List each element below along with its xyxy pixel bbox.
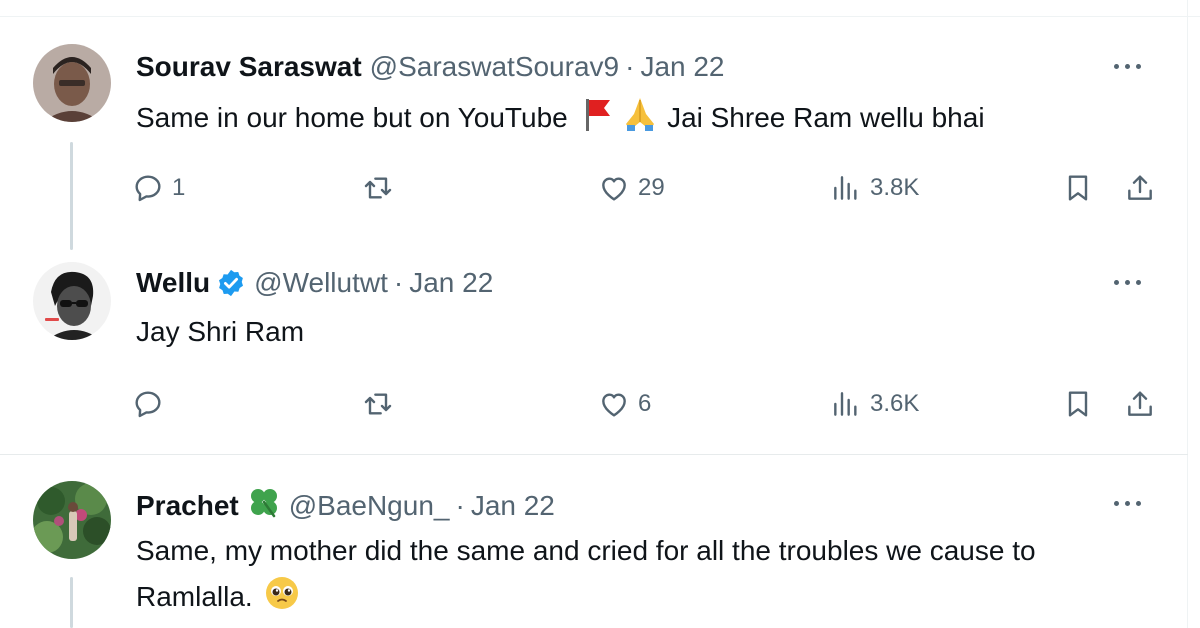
views-icon bbox=[834, 176, 857, 200]
bookmark-icon bbox=[1068, 175, 1088, 201]
retweet-button[interactable] bbox=[362, 384, 394, 424]
like-button[interactable]: 29 bbox=[598, 168, 665, 208]
folded-hands-emoji bbox=[621, 96, 659, 143]
timestamp[interactable]: Jan 22 bbox=[409, 266, 493, 300]
more-icon[interactable] bbox=[1112, 62, 1144, 72]
handle[interactable]: @Wellutwt bbox=[254, 266, 388, 300]
action-bar: 1 29 3.8K bbox=[132, 168, 1152, 208]
avatar-prachet[interactable] bbox=[33, 481, 111, 559]
share-button[interactable] bbox=[1124, 168, 1156, 208]
tweet-header: Sourav Saraswat @SaraswatSourav9 · Jan 2… bbox=[136, 50, 725, 84]
tweet-header: Prachet @BaeNgun_ · Jan 22 bbox=[136, 485, 555, 527]
tweet-text-ramlalla: Ramlalla. bbox=[136, 580, 253, 612]
timestamp[interactable]: Jan 22 bbox=[640, 50, 724, 84]
handle[interactable]: @SaraswatSourav9 bbox=[370, 50, 619, 84]
display-name[interactable]: Prachet bbox=[136, 489, 239, 523]
more-icon[interactable] bbox=[1112, 278, 1144, 288]
reply-icon bbox=[135, 391, 161, 418]
like-icon bbox=[602, 393, 626, 417]
share-icon bbox=[1128, 391, 1152, 416]
retweet-icon bbox=[364, 393, 392, 415]
tweet-text-line1: Same, my mother did the same and cried f… bbox=[136, 535, 1036, 566]
separator-dot: · bbox=[393, 267, 404, 298]
tweet-wellu[interactable]: Wellu @Wellutwt · Jan 22 Jay Shri Ram 6 … bbox=[0, 250, 1188, 450]
four-leaf-clover-emoji bbox=[247, 485, 281, 527]
thread-line bbox=[70, 577, 73, 628]
handle[interactable]: @BaeNgun_ bbox=[289, 489, 450, 523]
views-button[interactable]: 3.8K bbox=[830, 168, 919, 208]
retweet-icon bbox=[364, 177, 392, 199]
display-name[interactable]: Wellu bbox=[136, 266, 210, 300]
views-icon bbox=[834, 392, 857, 416]
like-icon bbox=[602, 177, 626, 201]
reply-button[interactable] bbox=[132, 384, 164, 424]
bookmark-button[interactable] bbox=[1062, 384, 1094, 424]
flag-emoji bbox=[576, 96, 614, 143]
tweet-text-line2: Ramlalla. bbox=[136, 575, 300, 622]
action-bar: 6 3.6K bbox=[132, 384, 1152, 424]
tweet-text: Same in our home but on YouTube Jai Shre… bbox=[136, 96, 985, 143]
views-button[interactable]: 3.6K bbox=[830, 384, 919, 424]
reply-icon bbox=[135, 175, 161, 202]
reply-button[interactable]: 1 bbox=[132, 168, 185, 208]
separator-dot: · bbox=[625, 51, 635, 82]
retweet-button[interactable] bbox=[362, 168, 394, 208]
avatar-wellu[interactable] bbox=[33, 262, 111, 340]
views-count: 3.8K bbox=[870, 174, 920, 201]
tweet-prachet[interactable]: Prachet @BaeNgun_ · Jan 22 Same, my moth… bbox=[0, 455, 1188, 628]
bookmark-button[interactable] bbox=[1062, 168, 1094, 208]
share-button[interactable] bbox=[1124, 384, 1156, 424]
timestamp[interactable]: Jan 22 bbox=[471, 489, 555, 523]
more-icon[interactable] bbox=[1112, 499, 1144, 509]
tweet-header: Wellu @Wellutwt · Jan 22 bbox=[136, 266, 493, 300]
views-count: 3.6K bbox=[870, 390, 920, 417]
verified-badge-icon[interactable] bbox=[216, 268, 246, 298]
like-button[interactable]: 6 bbox=[598, 384, 651, 424]
bookmark-icon bbox=[1068, 391, 1088, 417]
tweet-text: Jay Shri Ram bbox=[136, 316, 305, 347]
tweet-text-part1: Same in our home but on YouTube bbox=[136, 101, 568, 133]
avatar-sourav[interactable] bbox=[33, 44, 111, 122]
separator-dot: · bbox=[455, 490, 465, 521]
tweet-sourav[interactable]: Sourav Saraswat @SaraswatSourav9 · Jan 2… bbox=[0, 0, 1188, 250]
like-count: 29 bbox=[638, 174, 665, 201]
display-name[interactable]: Sourav Saraswat bbox=[136, 50, 362, 84]
share-icon bbox=[1128, 175, 1152, 200]
reply-count: 1 bbox=[172, 174, 186, 201]
like-count: 6 bbox=[638, 390, 652, 417]
pleading-face-emoji bbox=[260, 575, 300, 622]
thread-line bbox=[70, 142, 73, 250]
tweet-text-part2: Jai Shree Ram wellu bhai bbox=[667, 101, 985, 133]
